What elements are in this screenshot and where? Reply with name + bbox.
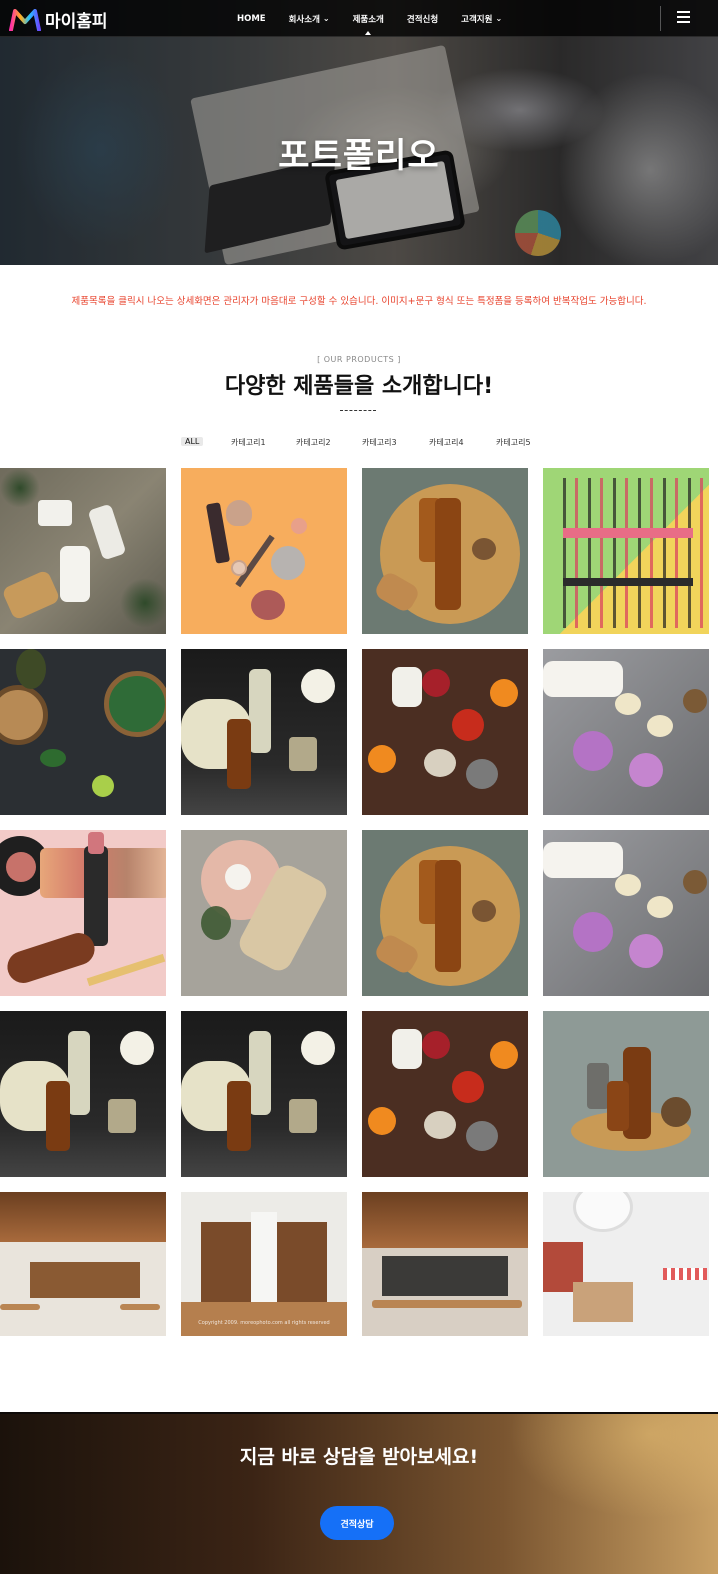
section-eyebrow: [ OUR PRODUCTS ] bbox=[317, 355, 401, 364]
product-item[interactable] bbox=[362, 830, 528, 996]
logo-text: 마이홈피 bbox=[45, 12, 108, 32]
product-item[interactable] bbox=[543, 1192, 709, 1336]
site-logo[interactable]: 마이홈피 bbox=[9, 7, 108, 32]
product-item[interactable] bbox=[181, 468, 347, 634]
notice-text: 제품목록을 클릭시 나오는 상세화면은 관리자가 마음대로 구성할 수 있습니다… bbox=[71, 296, 647, 307]
product-item[interactable] bbox=[0, 649, 166, 815]
hero-banner: 포트폴리오 bbox=[0, 0, 718, 265]
divider bbox=[340, 410, 376, 411]
product-item[interactable] bbox=[0, 1192, 166, 1336]
product-item[interactable] bbox=[181, 1011, 347, 1177]
filter-category1[interactable]: 카테고리1 bbox=[231, 437, 266, 448]
nav-support[interactable]: 고객지원 ⌄ bbox=[461, 13, 502, 25]
filter-category5[interactable]: 카테고리5 bbox=[496, 437, 531, 448]
product-item[interactable] bbox=[543, 830, 709, 996]
hamburger-icon[interactable] bbox=[677, 11, 690, 24]
product-item[interactable] bbox=[0, 830, 166, 996]
product-item[interactable] bbox=[181, 649, 347, 815]
product-item[interactable] bbox=[362, 468, 528, 634]
nav-products[interactable]: 제품소개 bbox=[353, 13, 384, 35]
nav-company[interactable]: 회사소개 ⌄ bbox=[289, 13, 330, 25]
filter-category4[interactable]: 카테고리4 bbox=[429, 437, 464, 448]
cta-title: 지금 바로 상담을 받아보세요! bbox=[239, 1446, 479, 1468]
main-nav: HOME 회사소개 ⌄ 제품소개 견적신청 고객지원 ⌄ bbox=[237, 0, 525, 37]
filter-all[interactable]: ALL bbox=[181, 437, 204, 446]
consult-button[interactable]: 견적상담 bbox=[320, 1506, 394, 1540]
section-title: 다양한 제품들을 소개합니다! bbox=[224, 374, 494, 399]
category-filter: ALL 카테고리1 카테고리2 카테고리3 카테고리4 카테고리5 bbox=[0, 437, 718, 449]
filter-category3[interactable]: 카테고리3 bbox=[362, 437, 397, 448]
image-caption: Copyright 2009. moreophoto.com all right… bbox=[198, 1320, 330, 1326]
product-item[interactable] bbox=[543, 1011, 709, 1177]
filter-category2[interactable]: 카테고리2 bbox=[296, 437, 331, 448]
nav-quote[interactable]: 견적신청 bbox=[407, 13, 438, 25]
product-item[interactable] bbox=[181, 830, 347, 996]
product-item[interactable] bbox=[362, 1192, 528, 1336]
product-item[interactable] bbox=[362, 649, 528, 815]
product-item[interactable]: Copyright 2009. moreophoto.com all right… bbox=[181, 1192, 347, 1336]
chevron-down-icon: ⌄ bbox=[322, 14, 330, 23]
chevron-down-icon: ⌄ bbox=[495, 14, 503, 23]
product-item[interactable] bbox=[543, 468, 709, 634]
product-item[interactable] bbox=[0, 468, 166, 634]
product-item[interactable] bbox=[0, 1011, 166, 1177]
divider bbox=[660, 6, 661, 31]
logo-m-icon bbox=[9, 8, 41, 31]
cta-section: 지금 바로 상담을 받아보세요! 견적상담 bbox=[0, 1412, 718, 1574]
product-item[interactable] bbox=[543, 649, 709, 815]
site-header: 마이홈피 HOME 회사소개 ⌄ 제품소개 견적신청 고객지원 ⌄ bbox=[0, 0, 718, 37]
nav-home[interactable]: HOME bbox=[237, 14, 266, 24]
product-item[interactable] bbox=[362, 1011, 528, 1177]
page-title: 포트폴리오 bbox=[278, 136, 440, 176]
